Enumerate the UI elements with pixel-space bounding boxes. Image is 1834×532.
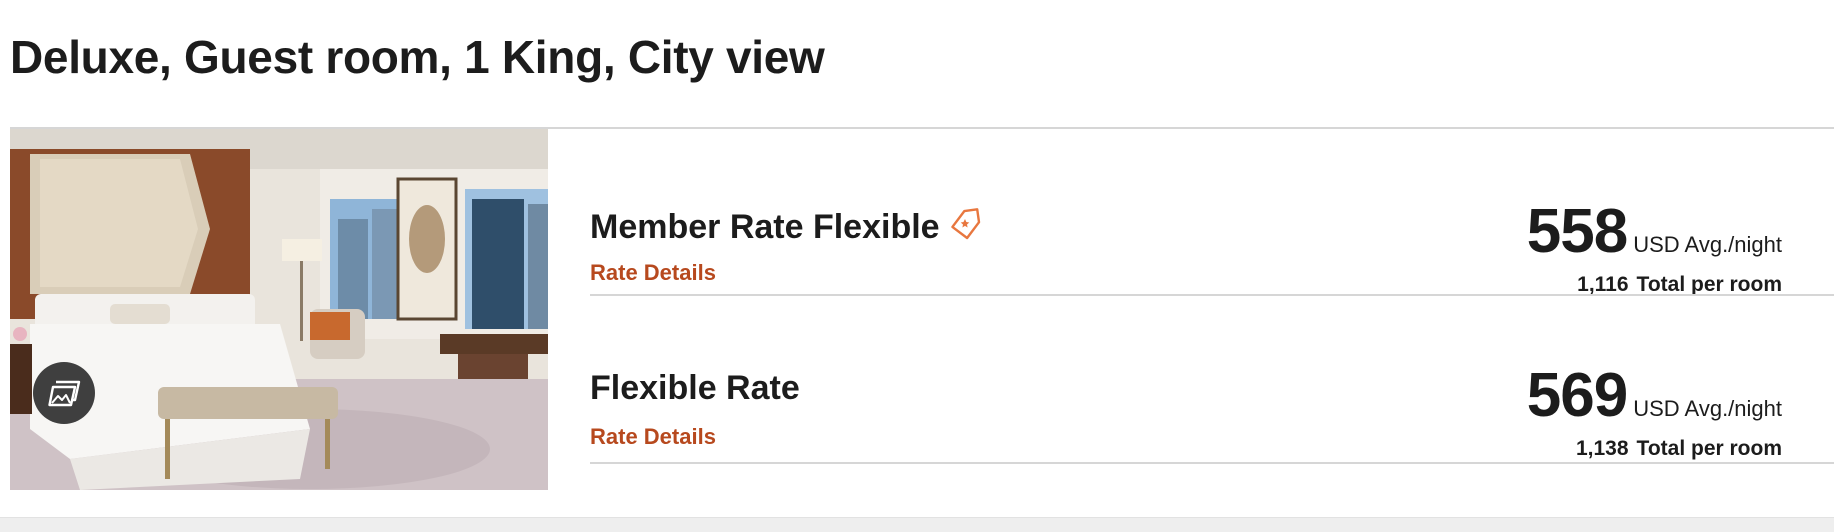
rate-name-row: Member Rate Flexible [590,205,984,250]
price-tag-icon [948,205,984,250]
rate-details-link[interactable]: Rate Details [590,424,716,450]
price-block: 558 USD Avg./night 1,116 Total per room [1527,201,1782,297]
rate-name: Member Rate Flexible [590,208,940,246]
nightly-price: 558 [1526,197,1628,266]
rate-details-link[interactable]: Rate Details [590,260,716,286]
divider [590,294,1834,296]
page-footer-band [0,517,1834,532]
total-amount: 1,138 [1575,437,1629,460]
total-label: Total per room [1636,273,1782,296]
photo-gallery-button[interactable] [33,362,95,424]
rate-name-row: Flexible Rate [590,369,800,408]
price-unit: USD Avg./night [1633,232,1782,257]
photo-gallery-icon [47,378,81,408]
total-label: Total per room [1636,437,1782,460]
divider [590,462,1834,464]
total-amount: 1,116 [1577,273,1629,296]
nightly-price: 569 [1526,361,1628,430]
room-title: Deluxe, Guest room, 1 King, City view [10,31,825,83]
rate-name: Flexible Rate [590,369,800,407]
room-photo[interactable] [10,129,548,490]
rate-row: Flexible Rate Rate Details 569 USD Avg./… [590,297,1834,464]
price-block: 569 USD Avg./night 1,138 Total per room [1527,365,1782,461]
rate-row: Member Rate Flexible Rate Details 558 US… [590,129,1834,296]
price-unit: USD Avg./night [1633,396,1782,421]
room-photo-image [10,129,548,490]
